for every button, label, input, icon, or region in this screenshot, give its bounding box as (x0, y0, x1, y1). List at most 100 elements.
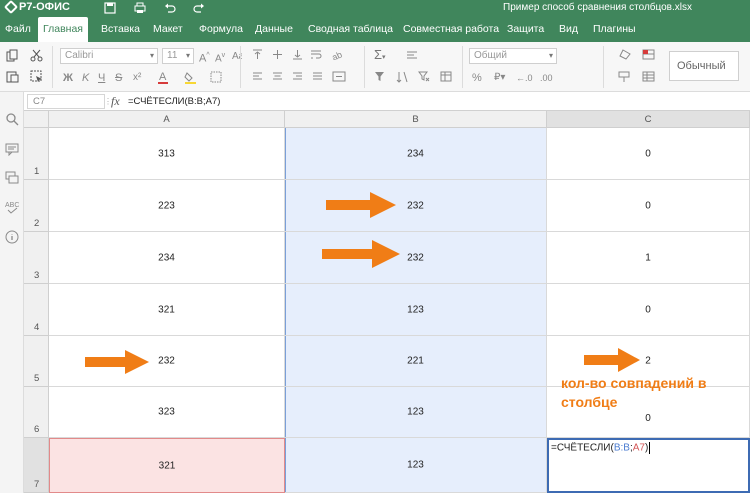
select-all-corner[interactable] (24, 111, 49, 128)
cell-c4[interactable]: 0 (547, 284, 750, 336)
annotation-text: кол-во совпадений в столбце (561, 375, 707, 410)
cell-b6[interactable]: 123 (285, 387, 547, 438)
font-color-icon[interactable]: A (157, 70, 171, 85)
underline-button[interactable]: Ч (98, 71, 105, 85)
redo-icon[interactable] (193, 2, 205, 14)
decrease-font-button[interactable]: Av (215, 49, 225, 66)
cell-style-icon[interactable] (618, 71, 630, 83)
paste-icon[interactable] (6, 70, 19, 83)
spellcheck-icon[interactable]: ABC (5, 200, 19, 214)
bold-button[interactable]: Ж (63, 71, 73, 85)
align-justify-icon[interactable] (312, 71, 323, 82)
chevron-down-icon: ▾ (149, 51, 154, 60)
text-orientation-icon[interactable]: ab (332, 49, 346, 60)
cut-icon[interactable] (30, 49, 43, 62)
cell-c7-editor[interactable]: =СЧЁТЕСЛИ(B:B;A7) (547, 438, 750, 493)
undo-icon[interactable] (164, 2, 176, 14)
cell-a4[interactable]: 321 (49, 284, 285, 336)
sum-icon[interactable]: Σ▾ (374, 48, 386, 65)
cell-c3[interactable]: 1 (547, 232, 750, 284)
row-header[interactable]: 3 (24, 232, 49, 284)
separator (603, 46, 604, 88)
cell-c1[interactable]: 0 (547, 128, 750, 180)
name-box[interactable]: C7 (27, 94, 105, 109)
cell-a7[interactable]: 321 (49, 438, 285, 493)
italic-button[interactable]: K (82, 71, 89, 85)
wrap-text-icon[interactable] (310, 49, 322, 60)
cell-b1[interactable]: 234 (285, 128, 547, 180)
row-header[interactable]: 5 (24, 336, 49, 387)
tab-insert[interactable]: Вставка (96, 17, 145, 42)
tab-view[interactable]: Вид (554, 17, 583, 42)
cell-b2[interactable]: 232 (285, 180, 547, 232)
info-icon[interactable] (5, 230, 19, 244)
copy-icon[interactable] (6, 49, 19, 62)
increase-font-button[interactable]: A^ (199, 49, 210, 66)
tab-data[interactable]: Данные (250, 17, 298, 42)
tab-protection[interactable]: Защита (502, 17, 549, 42)
align-bottom-icon[interactable] (292, 49, 303, 60)
conditional-format-icon[interactable] (642, 49, 656, 60)
cell-a2[interactable]: 223 (49, 180, 285, 232)
format-as-table-icon[interactable] (642, 71, 656, 82)
row-header[interactable]: 1 (24, 128, 49, 180)
column-header-a[interactable]: A (49, 111, 285, 128)
font-size-select[interactable]: 11 ▾ (162, 48, 194, 64)
cell-c2[interactable]: 0 (547, 180, 750, 232)
row-header[interactable]: 6 (24, 387, 49, 438)
align-center-icon[interactable] (272, 71, 283, 82)
row-header[interactable]: 7 (24, 438, 49, 493)
filter-icon[interactable] (374, 71, 385, 82)
left-panel: ABC (0, 92, 24, 493)
strikethrough-button[interactable]: S (115, 71, 122, 85)
print-icon[interactable] (134, 2, 146, 14)
align-top-icon[interactable] (252, 49, 263, 60)
save-icon[interactable] (104, 2, 116, 14)
column-header-c[interactable]: C (547, 111, 750, 128)
align-left-icon[interactable] (252, 71, 263, 82)
cell-a1[interactable]: 313 (49, 128, 285, 180)
cell-a3[interactable]: 234 (49, 232, 285, 284)
sort-icon[interactable] (396, 71, 408, 83)
fill-color-icon[interactable] (184, 70, 198, 85)
accounting-format-button[interactable]: ₽▾ (494, 71, 505, 85)
increase-decimal-button[interactable]: .00 (540, 71, 553, 85)
cell-style-select[interactable]: Обычный (669, 51, 739, 81)
superscript-button[interactable]: x² (133, 71, 141, 85)
merge-cells-icon[interactable] (332, 71, 346, 82)
insert-table-icon[interactable] (440, 71, 452, 82)
formula-input[interactable]: =СЧЁТЕСЛИ(B:B;A7) (128, 96, 220, 107)
clear-icon[interactable] (618, 49, 632, 60)
cell-b5[interactable]: 221 (285, 336, 547, 387)
row-header[interactable]: 4 (24, 284, 49, 336)
tab-collaboration[interactable]: Совместная работа (398, 17, 504, 42)
row-header[interactable]: 2 (24, 180, 49, 232)
separator (462, 46, 463, 88)
comments-icon[interactable] (5, 142, 19, 157)
tab-formula[interactable]: Формула (194, 17, 248, 42)
tab-plugins[interactable]: Плагины (588, 17, 641, 42)
fx-icon[interactable]: fx (111, 94, 120, 109)
cell-b4[interactable]: 123 (285, 284, 547, 336)
search-icon[interactable] (5, 112, 19, 126)
tab-layout[interactable]: Макет (148, 17, 188, 42)
clear-filter-icon[interactable] (418, 71, 430, 82)
align-right-icon[interactable] (292, 71, 303, 82)
decrease-decimal-button[interactable]: ←.0 (516, 71, 533, 85)
named-ranges-icon[interactable] (406, 50, 418, 60)
font-family-select[interactable]: Calibri ▾ (60, 48, 158, 64)
tab-file[interactable]: Файл (0, 17, 36, 42)
select-all-icon[interactable] (30, 70, 43, 83)
tab-home[interactable]: Главная (38, 17, 88, 42)
chat-icon[interactable] (5, 171, 19, 185)
percent-button[interactable]: % (472, 71, 482, 85)
cell-b7[interactable]: 123 (285, 438, 547, 493)
borders-icon[interactable] (210, 71, 222, 83)
app-logo: Р7-ОФИС (3, 0, 70, 15)
align-middle-icon[interactable] (272, 49, 283, 60)
column-header-b[interactable]: B (285, 111, 547, 128)
cell-a6[interactable]: 323 (49, 387, 285, 438)
arrow-icon (322, 240, 400, 268)
number-format-select[interactable]: Общий ▾ (469, 48, 557, 64)
tab-pivot-table[interactable]: Сводная таблица (303, 17, 398, 42)
